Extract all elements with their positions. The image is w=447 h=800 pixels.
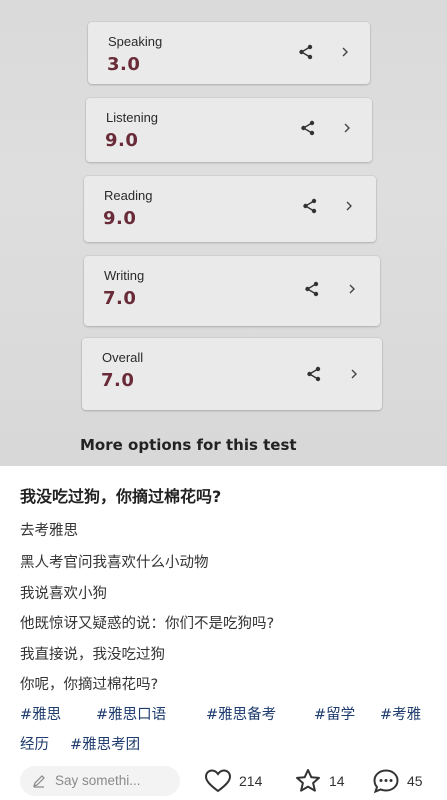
score-card-overall: Overall 7.0 — [82, 338, 382, 410]
chevron-right-icon — [351, 369, 357, 379]
share-icon — [307, 366, 321, 382]
hashtag-link[interactable]: #留学 — [314, 703, 355, 724]
share-icon — [305, 281, 319, 297]
comment-button[interactable]: 45 — [372, 768, 438, 794]
card-score: 9.0 — [103, 208, 137, 229]
hashtag-link[interactable]: #考雅 — [380, 703, 421, 724]
chat-bubble-icon — [373, 769, 399, 794]
card-label: Listening — [106, 110, 159, 125]
chevron-right-icon — [346, 201, 352, 211]
post-title: 我没吃过狗，你摘过棉花吗? — [20, 487, 222, 506]
post-line: 我说喜欢小狗 — [20, 586, 107, 602]
comment-input[interactable]: Say somethi... — [20, 766, 180, 796]
card-label: Writing — [104, 268, 145, 283]
favorite-button[interactable]: 14 — [294, 768, 354, 794]
card-label: Overall — [102, 350, 144, 365]
star-icon — [296, 769, 320, 792]
more-options-text: More options for this test — [80, 436, 297, 454]
card-label: Reading — [104, 188, 153, 203]
post-line: 我直接说，我没吃过狗 — [20, 647, 165, 663]
hashtag-link[interactable]: 经历 — [20, 733, 49, 754]
post-line: 你呢，你摘过棉花吗? — [20, 677, 159, 693]
hashtag-link[interactable]: #雅思备考 — [206, 703, 276, 724]
comment-placeholder: Say somethi... — [55, 773, 141, 788]
hashtag-link[interactable]: #雅思 — [20, 703, 61, 724]
card-score: 7.0 — [103, 288, 137, 309]
card-score: 3.0 — [107, 54, 141, 75]
hashtag-link[interactable]: #雅思考团 — [70, 733, 140, 754]
bottom-action-bar: Say somethi... 214 14 45 — [0, 758, 447, 800]
share-icon — [303, 198, 317, 214]
post-line: 黑人考官问我喜欢什么小动物 — [20, 555, 209, 571]
pencil-icon — [33, 775, 45, 788]
score-card-listening: Listening 9.0 — [86, 98, 372, 162]
post-line: 去考雅思 — [20, 523, 78, 539]
chevron-right-icon — [342, 47, 348, 57]
share-icon — [301, 120, 315, 136]
chevron-right-icon — [344, 123, 350, 133]
post-line: 他既惊讶又疑惑的说：你们不是吃狗吗? — [20, 616, 275, 632]
card-score: 9.0 — [105, 130, 139, 151]
comment-count: 45 — [407, 773, 423, 789]
card-score: 7.0 — [101, 370, 135, 391]
hashtag-link[interactable]: #雅思口语 — [96, 703, 166, 724]
card-label: Speaking — [108, 34, 163, 49]
like-button[interactable]: 214 — [204, 768, 274, 794]
chevron-right-icon — [349, 284, 355, 294]
score-card-reading: Reading 9.0 — [84, 176, 376, 242]
like-count: 214 — [239, 773, 263, 789]
score-card-writing: Writing 7.0 — [84, 256, 380, 326]
score-card-speaking: Speaking 3.0 — [88, 22, 370, 84]
share-icon — [299, 44, 313, 60]
score-photo: Speaking 3.0 Listening 9.0 Reading 9.0 W… — [0, 0, 447, 466]
favorite-count: 14 — [329, 773, 345, 789]
heart-icon — [204, 769, 232, 793]
